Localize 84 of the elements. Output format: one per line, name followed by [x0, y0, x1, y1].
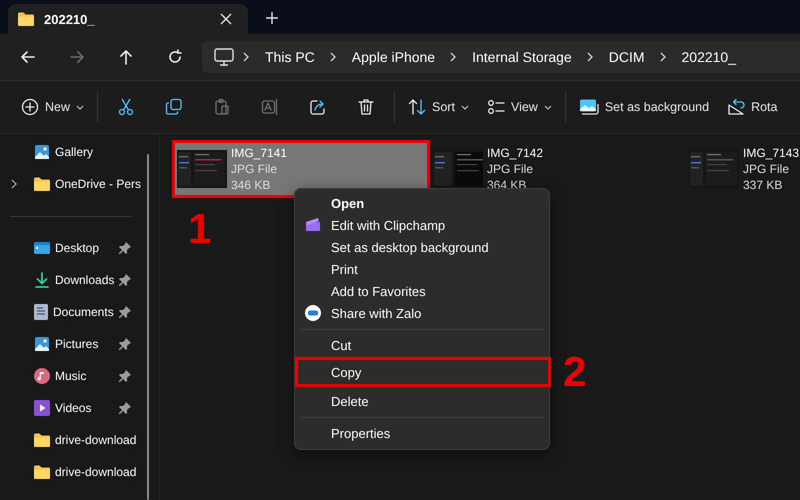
- caret-icon: [460, 104, 469, 110]
- clapperboard-icon: [305, 217, 321, 232]
- caret-icon: [76, 104, 84, 110]
- chevron-icon: [660, 52, 666, 62]
- video-icon: [34, 400, 50, 416]
- folder-icon: [34, 465, 50, 479]
- browser-tab[interactable]: 202210_: [8, 4, 248, 34]
- plus-circle-icon: [21, 98, 39, 116]
- plus-icon: [266, 12, 278, 24]
- file-item[interactable]: IMG_7143 JPG File 337 KB: [687, 143, 800, 195]
- forward-arrow-icon: [69, 49, 85, 65]
- scrollbar[interactable]: [147, 154, 149, 500]
- chevron-icon: [450, 52, 458, 62]
- sidebar-item[interactable]: OneDrive - Pers: [0, 168, 146, 200]
- music-icon: [34, 368, 50, 384]
- breadcrumb-item[interactable]: DCIM: [602, 45, 650, 69]
- pin-icon: [119, 306, 131, 318]
- breadcrumb-item[interactable]: This PC: [259, 45, 321, 69]
- share-icon: [309, 98, 328, 116]
- step-number: 1: [188, 208, 212, 250]
- menu-item[interactable]: Properties: [295, 422, 549, 444]
- desktop-icon: [34, 241, 50, 255]
- background-button[interactable]: Set as background: [570, 92, 718, 122]
- breadcrumb-item[interactable]: Internal Storage: [466, 45, 578, 69]
- pin-icon: [119, 242, 131, 254]
- chevron-icon: [243, 52, 250, 62]
- menu-item[interactable]: Edit with Clipchamp: [295, 214, 549, 236]
- chevron-icon: [330, 52, 337, 62]
- trash-icon: [357, 98, 376, 116]
- sidebar-item[interactable]: drive-download: [0, 456, 146, 488]
- menu-item[interactable]: Delete: [295, 390, 549, 412]
- caret-icon: [544, 104, 552, 110]
- rotate-button[interactable]: Rota: [718, 92, 786, 122]
- computer-icon: [214, 48, 234, 66]
- sidebar-item[interactable]: drive-download: [0, 424, 146, 456]
- menu-item[interactable]: Cut: [295, 334, 549, 356]
- pin-icon: [119, 370, 131, 382]
- chevron-icon: [586, 52, 594, 62]
- sidebar-item[interactable]: Videos: [0, 392, 146, 424]
- new-button[interactable]: New: [12, 92, 94, 122]
- step-number: 2: [563, 351, 586, 393]
- picture-icon: [34, 336, 50, 352]
- gallery-icon: [34, 144, 50, 160]
- folder-icon: [18, 12, 34, 26]
- menu-item[interactable]: Add to Favorites: [295, 280, 549, 302]
- folder-icon: [34, 433, 50, 447]
- sidebar-item[interactable]: Gallery: [0, 136, 146, 168]
- menu-item[interactable]: Copy: [298, 360, 548, 384]
- menu-item[interactable]: Set as desktop background: [295, 236, 549, 258]
- rotate-icon: [727, 98, 746, 116]
- tab-title: 202210_: [44, 12, 96, 26]
- back-arrow-icon: [20, 49, 36, 65]
- document-icon: [34, 304, 48, 320]
- up-arrow-icon: [118, 49, 134, 65]
- folder-icon: [34, 177, 50, 191]
- menu-item[interactable]: Open: [295, 192, 549, 214]
- scissors-icon: [117, 98, 136, 116]
- menu-item[interactable]: Print: [295, 258, 549, 280]
- address-bar[interactable]: This PC Apple iPhone Internal Storage DCIM 202210_: [202, 41, 800, 73]
- pin-icon: [119, 338, 131, 350]
- clipboard-icon: [213, 98, 232, 116]
- view-button[interactable]: View: [478, 92, 561, 122]
- sidebar-item[interactable]: Desktop: [0, 232, 146, 264]
- download-icon: [34, 272, 50, 288]
- file-item[interactable]: IMG_7141 JPG File 346 KB: [175, 143, 427, 195]
- breadcrumb-item[interactable]: 202210_: [676, 45, 742, 69]
- sidebar-item[interactable]: Documents: [0, 296, 146, 328]
- close-icon: [220, 13, 232, 25]
- menu-item[interactable]: Share with Zalo: [295, 302, 549, 324]
- copy-icon: [165, 98, 184, 116]
- pin-icon: [119, 274, 131, 286]
- refresh-icon: [167, 49, 183, 65]
- chat-app-icon: [305, 305, 321, 321]
- desktop-picture-icon: [578, 98, 599, 116]
- sidebar-item[interactable]: Downloads: [0, 264, 146, 296]
- sort-icon: [408, 98, 426, 116]
- rename-icon: [261, 98, 280, 116]
- sidebar-item[interactable]: Pictures: [0, 328, 146, 360]
- pin-icon: [119, 402, 131, 414]
- sidebar-item[interactable]: Music: [0, 360, 146, 392]
- expand-chevron-icon: [11, 179, 17, 189]
- list-view-icon: [486, 98, 505, 116]
- breadcrumb-item[interactable]: Apple iPhone: [346, 45, 442, 69]
- sort-button[interactable]: Sort: [399, 92, 478, 122]
